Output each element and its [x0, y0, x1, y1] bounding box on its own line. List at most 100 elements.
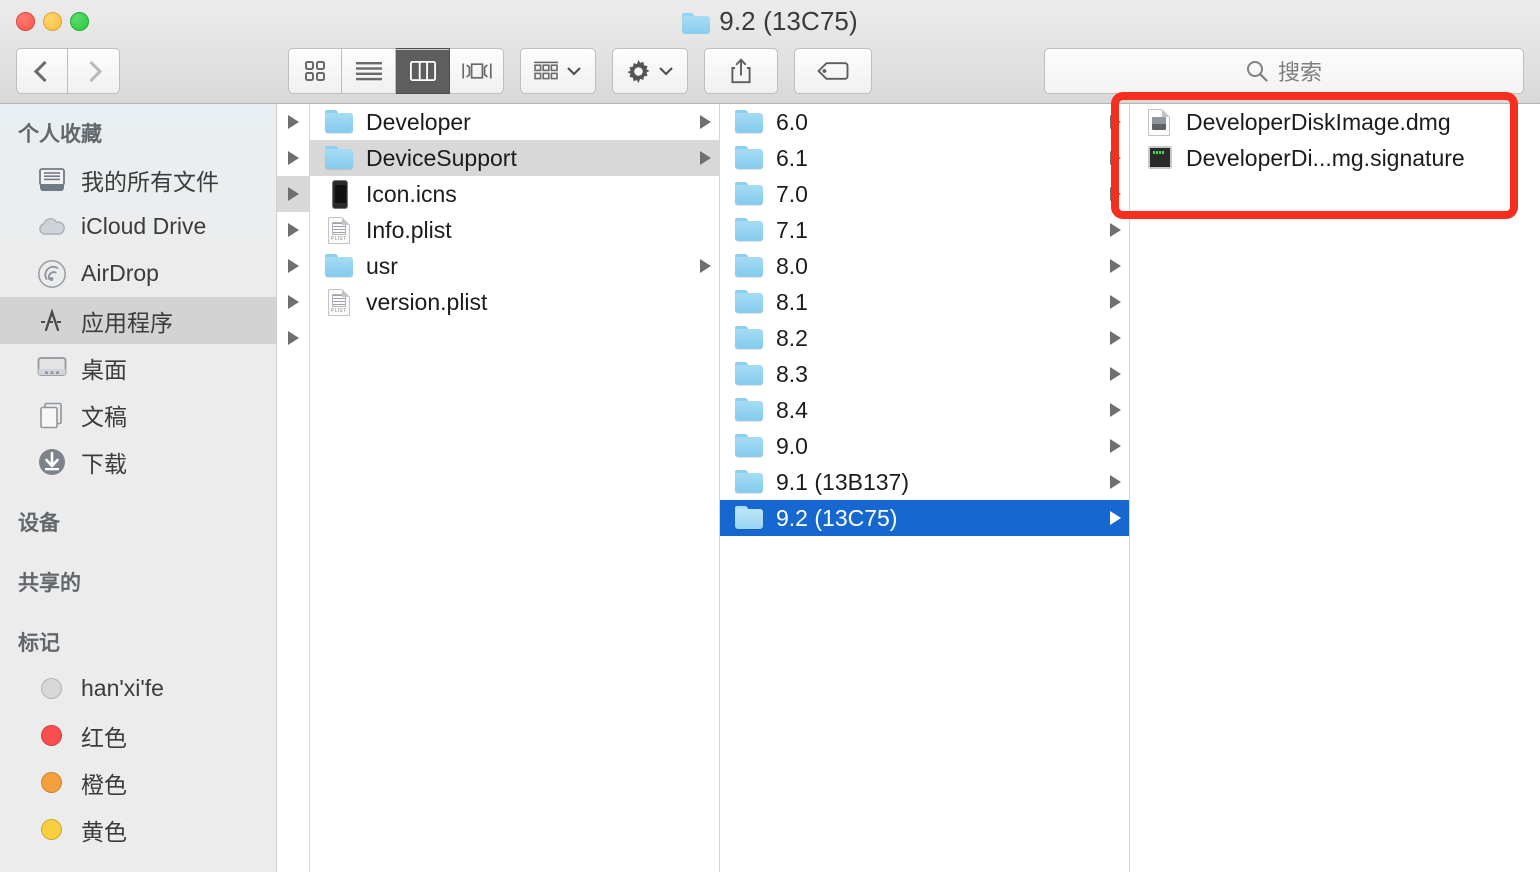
forward-button[interactable] [68, 48, 120, 94]
folder-icon [734, 325, 764, 351]
disclosure-arrow-icon [287, 331, 299, 345]
list-item-developerdiskimage-dmg[interactable]: DeveloperDiskImage.dmg [1130, 104, 1540, 140]
list-item-6-0[interactable]: 6.0 [720, 104, 1129, 140]
disclosure-arrow-icon [1110, 439, 1121, 453]
list-item-7-1[interactable]: 7.1 [720, 212, 1129, 248]
file-name: DeviceSupport [366, 144, 517, 171]
folder-icon [734, 217, 764, 243]
list-item-8-0[interactable]: 8.0 [720, 248, 1129, 284]
search-placeholder: 搜索 [1277, 60, 1322, 85]
file-name: 6.1 [776, 144, 808, 171]
list-item-devicesupport[interactable]: DeviceSupport [310, 140, 719, 176]
sidebar-item-desktop[interactable]: 桌面 [0, 344, 276, 391]
list-item[interactable] [277, 320, 309, 356]
folder-icon [734, 253, 764, 279]
sidebar-item-icloud-drive[interactable]: iCloud Drive [0, 203, 276, 250]
sidebar-tag-orange[interactable]: 橙色 [0, 759, 276, 806]
list-item-9-0[interactable]: 9.0 [720, 428, 1129, 464]
sidebar-item-downloads[interactable]: 下载 [0, 438, 276, 485]
applications-icon [36, 305, 67, 336]
documents-icon [36, 399, 67, 430]
sidebar-item-applications[interactable]: 应用程序 [0, 297, 276, 344]
list-item[interactable] [277, 248, 309, 284]
list-item-version-plist[interactable]: PLIST version.plist [310, 284, 719, 320]
list-item[interactable] [277, 176, 309, 212]
arrange-button[interactable] [520, 48, 596, 94]
list-item[interactable] [277, 284, 309, 320]
sidebar[interactable]: 个人收藏 我的所有文件 iCloud Drive AirDrop 应用程序 桌面… [0, 104, 277, 872]
search-field[interactable]: 搜索 [1044, 48, 1524, 94]
list-item-8-1[interactable]: 8.1 [720, 284, 1129, 320]
file-name: 9.2 (13C75) [776, 504, 898, 531]
icon-grid-icon [305, 61, 325, 81]
file-name: Info.plist [366, 216, 452, 243]
list-item-8-3[interactable]: 8.3 [720, 356, 1129, 392]
list-item[interactable] [277, 140, 309, 176]
folder-icon [734, 109, 764, 135]
tag-button[interactable] [794, 48, 872, 94]
list-item-usr[interactable]: usr [310, 248, 719, 284]
tag-icon [817, 62, 849, 80]
list-item-6-1[interactable]: 6.1 [720, 140, 1129, 176]
list-item-7-0[interactable]: 7.0 [720, 176, 1129, 212]
disclosure-arrow-icon [1110, 115, 1121, 129]
list-item-info-plist[interactable]: PLIST Info.plist [310, 212, 719, 248]
folder-icon [734, 433, 764, 459]
column-1[interactable]: Developer DeviceSupport Icon.icns PLIST [310, 104, 720, 872]
action-menu-button[interactable] [612, 48, 688, 94]
list-item-developer[interactable]: Developer [310, 104, 719, 140]
list-item[interactable] [277, 104, 309, 140]
column-0-partial[interactable] [277, 104, 310, 872]
disclosure-arrow-icon [1110, 259, 1121, 273]
folder-icon [734, 397, 764, 423]
icon-view-button[interactable] [288, 48, 342, 94]
sidebar-item-airdrop[interactable]: AirDrop [0, 250, 276, 297]
list-item-8-4[interactable]: 8.4 [720, 392, 1129, 428]
window-title: 9.2 (13C75) [0, 6, 1540, 37]
all-files-icon [36, 164, 67, 195]
window-body: 个人收藏 我的所有文件 iCloud Drive AirDrop 应用程序 桌面… [0, 104, 1540, 872]
column-view-button[interactable] [396, 48, 450, 94]
column-3[interactable]: DeveloperDiskImage.dmg DeveloperDi...mg.… [1130, 104, 1540, 872]
disclosure-arrow-icon [700, 259, 711, 273]
back-button[interactable] [16, 48, 68, 94]
disclosure-arrow-icon [287, 223, 299, 237]
sidebar-item-label: 黄色 [81, 818, 127, 845]
disclosure-arrow-icon [1110, 187, 1121, 201]
file-name: 8.4 [776, 396, 808, 423]
columns-icon [409, 61, 436, 81]
file-name: usr [366, 252, 398, 279]
chevron-left-icon [33, 60, 56, 82]
sidebar-item-documents[interactable]: 文稿 [0, 391, 276, 438]
list-item-8-2[interactable]: 8.2 [720, 320, 1129, 356]
plist-icon: PLIST [324, 217, 354, 244]
desktop-icon [36, 352, 67, 383]
disclosure-arrow-icon [287, 259, 299, 273]
list-item-icon-icns[interactable]: Icon.icns [310, 176, 719, 212]
sidebar-tag-red[interactable]: 红色 [0, 712, 276, 759]
file-name: DeveloperDi...mg.signature [1186, 144, 1465, 171]
disclosure-arrow-icon [1110, 151, 1121, 165]
cloud-icon [36, 211, 67, 242]
share-button[interactable] [704, 48, 778, 94]
sidebar-tag-hanxife[interactable]: han'xi'fe [0, 665, 276, 712]
disclosure-arrow-icon [287, 115, 299, 129]
disclosure-arrow-icon [1110, 475, 1121, 489]
sidebar-header-favorites: 个人收藏 [18, 123, 102, 146]
list-item-9-2[interactable]: 9.2 (13C75) [720, 500, 1129, 536]
column-2[interactable]: 6.0 6.1 7.0 7.1 8.0 8.1 8.2 8.3 8.4 9.0 … [720, 104, 1130, 872]
disclosure-arrow-icon [700, 151, 711, 165]
window-chrome: 9.2 (13C75) 搜索 [0, 0, 1540, 104]
list-view-button[interactable] [342, 48, 396, 94]
coverflow-view-button[interactable] [450, 48, 504, 94]
list-item[interactable] [277, 212, 309, 248]
gear-icon [627, 59, 650, 83]
sidebar-item-label: 应用程序 [81, 309, 173, 336]
list-item-9-1[interactable]: 9.1 (13B137) [720, 464, 1129, 500]
tag-dot-icon [36, 814, 67, 845]
list-item-developerdiskimage-signature[interactable]: DeveloperDi...mg.signature [1130, 140, 1540, 176]
sidebar-tag-yellow[interactable]: 黄色 [0, 806, 276, 853]
list-lines-icon [355, 62, 382, 81]
sidebar-item-all-files[interactable]: 我的所有文件 [0, 156, 276, 203]
dmg-icon [1144, 109, 1174, 136]
